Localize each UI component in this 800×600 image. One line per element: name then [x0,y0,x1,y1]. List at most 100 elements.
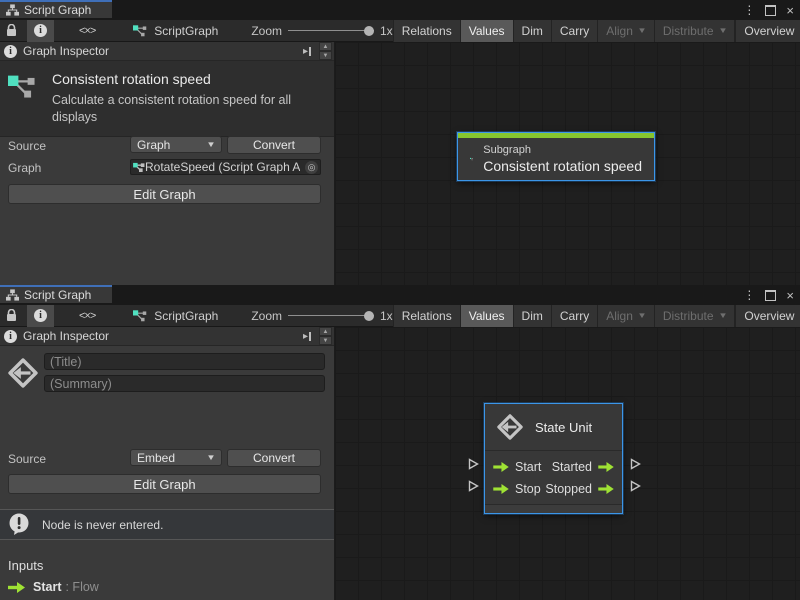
tab-script-graph[interactable]: Script Graph [0,0,112,18]
values-button[interactable]: Values [460,305,513,327]
edit-graph-button[interactable]: Edit Graph [8,474,321,494]
state-unit-icon [497,414,523,440]
external-port-triangle-icon[interactable] [468,480,479,492]
chevron-down-icon: ▼ [637,26,647,35]
graph-object-value: RotateSpeed (Script Graph A [145,160,300,174]
script-graph-window-top: Script Graph ⋮ × i <×> [0,0,800,285]
chevron-down-icon: ▼ [637,311,647,320]
overview-button[interactable]: Overview [734,305,800,327]
maximize-icon[interactable] [765,5,776,16]
inputs-header: Inputs [8,558,43,573]
distribute-dropdown[interactable]: Distribute▼ [654,305,735,327]
node-summary-block: Consistent rotation speed Calculate a co… [0,61,334,137]
graph-toolbar: i <×> ScriptGraph Zoom 1x [0,20,800,42]
values-button[interactable]: Values [460,20,513,42]
subgraph-icon [133,24,148,37]
graph-object-field[interactable]: RotateSpeed (Script Graph A ◎ [130,159,321,175]
graph-breadcrumb[interactable]: ScriptGraph [126,20,225,42]
tab-script-graph[interactable]: Script Graph [0,285,112,303]
graph-inspector-header: i Graph Inspector ▸ ▲▼ [0,42,334,61]
tab-bar: Script Graph ⋮ × [0,285,800,305]
state-unit-node[interactable]: State Unit Start [484,403,623,514]
subgraph-icon [133,309,148,322]
summary-input[interactable] [44,375,325,392]
carry-button[interactable]: Carry [551,20,597,42]
warning-text: Node is never entered. [42,518,163,532]
dock-icon[interactable]: ▸ [303,46,311,57]
overview-button[interactable]: Overview [734,20,800,42]
scroll-up-icon: ▲ [319,327,332,336]
chevron-down-icon: ▼ [206,453,216,462]
scrollbar-arrows[interactable]: ▲▼ [319,327,332,345]
output-port[interactable]: Started [552,460,614,474]
info-icon: i [34,309,47,322]
zoom-slider-knob[interactable] [364,26,374,36]
info-icon: i [4,330,17,343]
title-input[interactable] [44,353,325,370]
close-icon[interactable]: × [786,4,794,17]
tab-bar: Script Graph ⋮ × [0,0,800,20]
node-title-label: State Unit [535,420,592,435]
relations-button[interactable]: Relations [393,305,460,327]
convert-button[interactable]: Convert [227,449,321,467]
chevron-down-icon: ▼ [718,26,728,35]
external-port-triangle-icon[interactable] [468,458,479,470]
carry-button[interactable]: Carry [551,305,597,327]
zoom-slider-knob[interactable] [364,311,374,321]
zoom-slider[interactable] [288,26,374,36]
output-port[interactable]: Stopped [545,482,614,496]
zoom-label: Zoom [251,24,282,38]
lock-icon[interactable] [0,305,23,327]
inspector-toggle-button[interactable]: i [27,20,54,42]
scrollbar-arrows[interactable]: ▲▼ [319,42,332,60]
scroll-down-icon: ▼ [319,51,332,60]
node-port-row: Start Started [493,456,614,478]
graph-breadcrumb-label: ScriptGraph [154,309,218,323]
tab-title: Script Graph [24,3,91,17]
node-kind-label: Subgraph [483,144,642,156]
zoom-value: 1x [380,24,393,38]
input-port-start: Start : Flow [8,580,99,594]
chevron-down-icon: ▼ [206,140,216,149]
zoom-label: Zoom [251,309,282,323]
window-menu-icon[interactable]: ⋮ [743,4,755,16]
external-port-triangle-icon[interactable] [630,480,641,492]
distribute-dropdown[interactable]: Distribute▼ [654,20,735,42]
code-icon: <×> [79,310,95,322]
warning-box: Node is never entered. [0,509,334,540]
object-picker-icon[interactable]: ◎ [305,161,318,174]
source-dropdown[interactable]: Embed▼ [130,449,222,466]
window-menu-icon[interactable]: ⋮ [743,289,755,301]
code-preview-button[interactable]: <×> [72,20,102,42]
dim-button[interactable]: Dim [513,305,551,327]
flow-arrow-icon [598,462,614,472]
dock-icon[interactable]: ▸ [303,331,311,342]
external-port-triangle-icon[interactable] [630,458,641,470]
graph-hierarchy-icon [6,4,19,16]
graph-breadcrumb[interactable]: ScriptGraph [126,305,225,327]
convert-button[interactable]: Convert [227,136,321,154]
edit-graph-button[interactable]: Edit Graph [8,184,321,204]
code-icon: <×> [79,25,95,37]
close-icon[interactable]: × [786,289,794,302]
input-port[interactable]: Stop [493,482,541,496]
tab-title: Script Graph [24,288,91,302]
input-port[interactable]: Start [493,460,541,474]
relations-button[interactable]: Relations [393,20,460,42]
inspector-toggle-button[interactable]: i [27,305,54,327]
flow-arrow-icon [598,484,614,494]
code-preview-button[interactable]: <×> [72,305,102,327]
align-dropdown[interactable]: Align▼ [597,305,654,327]
node-footer [485,504,622,513]
align-dropdown[interactable]: Align▼ [597,20,654,42]
maximize-icon[interactable] [765,290,776,301]
graph-toolbar: i <×> ScriptGraph Zoom 1x [0,305,800,327]
graph-breadcrumb-label: ScriptGraph [154,24,218,38]
zoom-slider[interactable] [288,311,374,321]
graph-canvas[interactable]: Subgraph Consistent rotation speed [335,42,800,285]
subgraph-node[interactable]: Subgraph Consistent rotation speed [457,132,655,181]
dim-button[interactable]: Dim [513,20,551,42]
graph-canvas[interactable]: State Unit Start [335,327,800,600]
lock-icon[interactable] [0,20,23,42]
source-dropdown[interactable]: Graph▼ [130,136,222,153]
